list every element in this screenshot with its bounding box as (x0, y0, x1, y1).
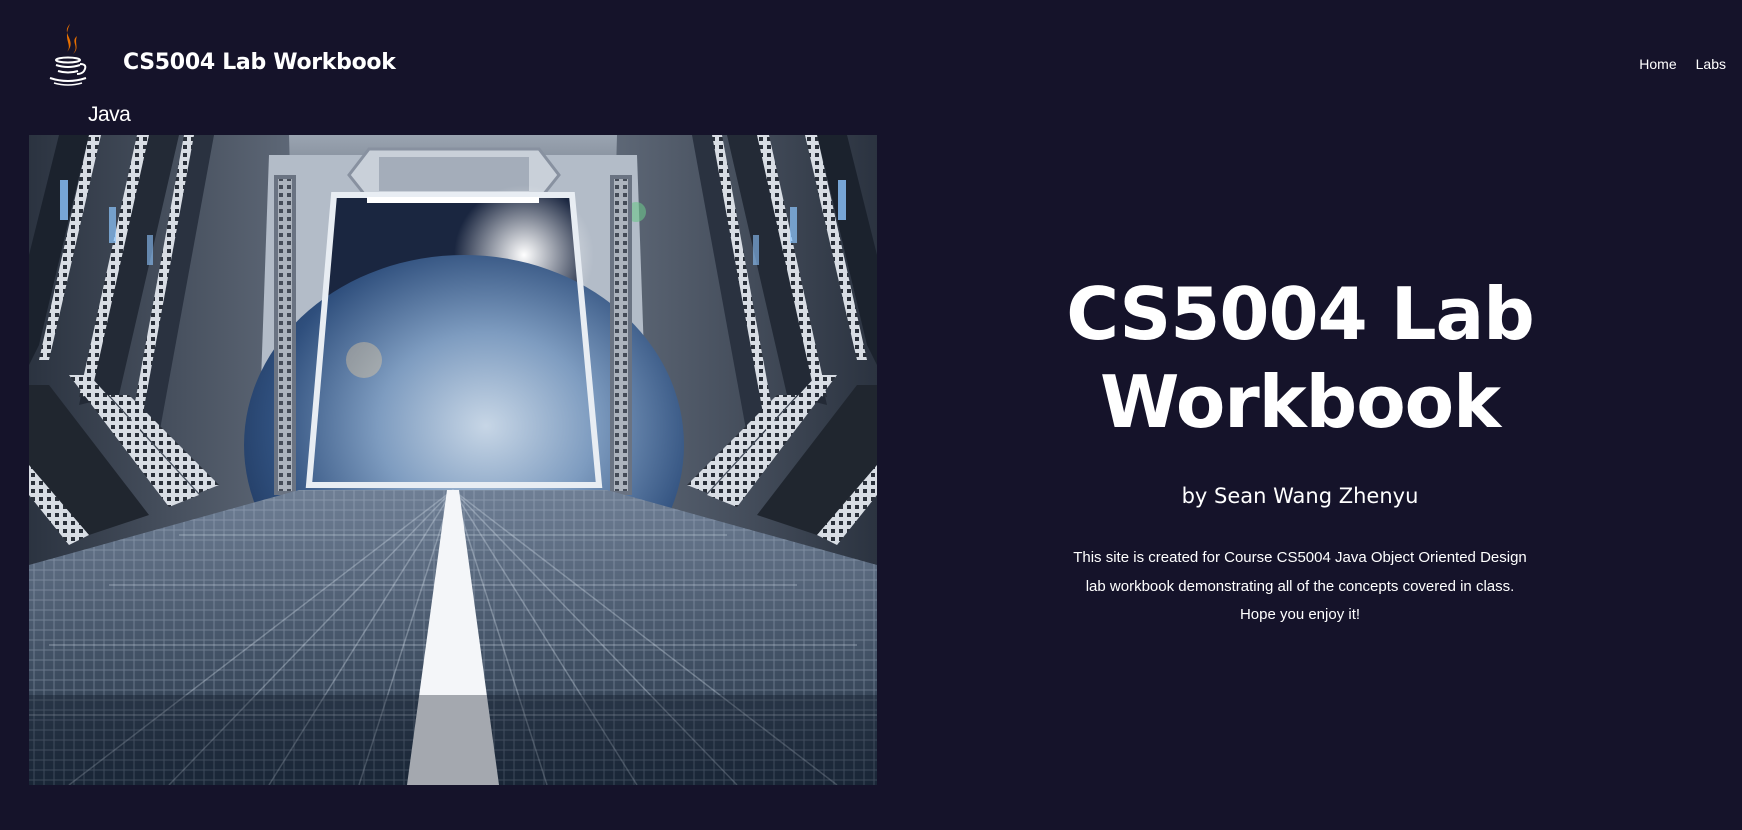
spaceship-corridor-earth-image (29, 135, 877, 785)
nav-labs-link[interactable]: Labs (1696, 56, 1726, 72)
java-logo[interactable]: Java (40, 22, 131, 126)
hero-text: CS5004 Lab Workbook by Sean Wang Zhenyu … (1000, 270, 1600, 630)
main-nav: Home Labs (1639, 56, 1726, 72)
hero-author: by Sean Wang Zhenyu (1181, 484, 1419, 508)
site-title[interactable]: CS5004 Lab Workbook (123, 50, 396, 75)
java-logo-word: Java (88, 103, 131, 126)
nav-home-link[interactable]: Home (1639, 56, 1676, 72)
hero-description-line-2: lab workbook demonstrating all of the co… (1085, 577, 1515, 595)
hero-title-line-2: Workbook (1099, 360, 1501, 444)
hero-title: CS5004 Lab Workbook (1000, 270, 1600, 446)
hero-title-line-1: CS5004 Lab (1066, 272, 1534, 356)
hero-description: This site is created for Course CS5004 J… (1065, 544, 1535, 630)
java-coffee-cup-icon (49, 24, 87, 86)
page: Java CS5004 Lab Workbook Home Labs CS500… (0, 0, 1742, 830)
hero-description-line-3: Hope you enjoy it! (1239, 606, 1361, 623)
hero-description-line-1: This site is created for Course CS5004 J… (1073, 549, 1527, 566)
site-header: Java CS5004 Lab Workbook Home Labs (0, 0, 1742, 130)
